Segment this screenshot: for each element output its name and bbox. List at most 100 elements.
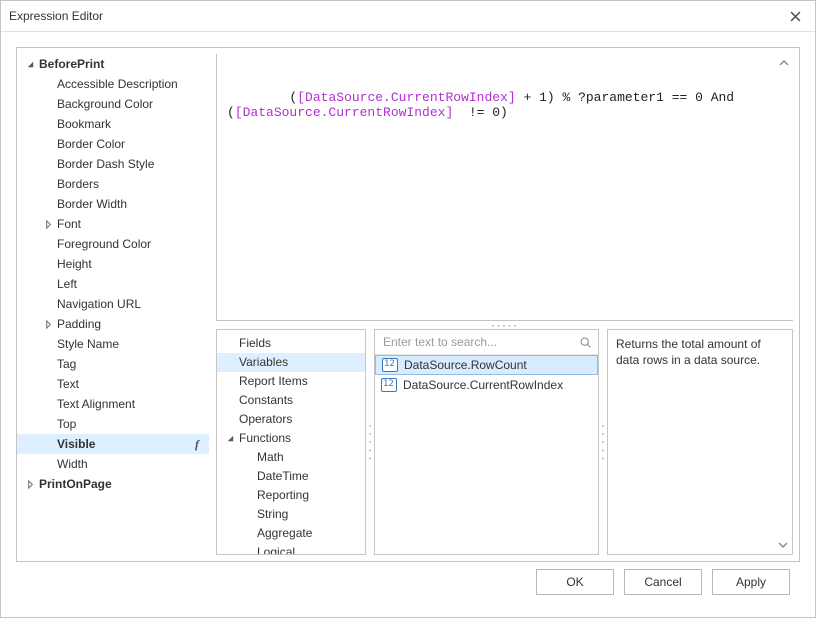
description-text: Returns the total amount of data rows in… (616, 336, 784, 368)
property-tree[interactable]: BeforePrintAccessible DescriptionBackgro… (17, 48, 210, 561)
tree-item[interactable]: Border Width (17, 194, 209, 214)
category-label: Math (257, 448, 284, 467)
vertical-splitter-1[interactable]: ● ● ● ● ● (366, 329, 374, 555)
content-frame: BeforePrintAccessible DescriptionBackgro… (16, 47, 800, 562)
grip-icon: ● ● ● ● ● (601, 423, 606, 461)
tree-item-label: Text (57, 374, 203, 394)
category-item[interactable]: Operators (217, 410, 365, 429)
variable-label: DataSource.RowCount (404, 355, 527, 375)
scroll-down-icon[interactable] (776, 538, 790, 552)
variable-item[interactable]: DataSource.RowCount (375, 355, 598, 375)
category-label: Aggregate (257, 524, 312, 543)
variable-list-pane[interactable]: DataSource.RowCountDataSource.CurrentRow… (374, 329, 599, 555)
tree-item-label: Border Color (57, 134, 203, 154)
tree-item[interactable]: Height (17, 254, 209, 274)
tree-item-label: Foreground Color (57, 234, 203, 254)
tree-item[interactable]: Left (17, 274, 209, 294)
tree-item[interactable]: Navigation URL (17, 294, 209, 314)
category-item[interactable]: Aggregate (217, 524, 365, 543)
tree-item-label: Font (57, 214, 203, 234)
tree-item[interactable]: Font (17, 214, 209, 234)
category-item[interactable]: Constants (217, 391, 365, 410)
grip-icon: ● ● ● ● ● (492, 323, 518, 328)
category-label: Constants (239, 391, 293, 410)
tree-item-label: Top (57, 414, 203, 434)
editor-right: ([DataSource.CurrentRowIndex] + 1) % ?pa… (210, 48, 799, 561)
fx-icon: f (195, 434, 203, 454)
category-label: Reporting (257, 486, 309, 505)
tree-item-label: Navigation URL (57, 294, 203, 314)
scroll-up-icon[interactable] (777, 56, 791, 70)
tree-item-label: Border Width (57, 194, 203, 214)
window-title: Expression Editor (9, 9, 783, 23)
variable-item[interactable]: DataSource.CurrentRowIndex (375, 375, 598, 395)
close-button[interactable] (783, 4, 807, 28)
category-item[interactable]: Fields (217, 334, 365, 353)
category-item[interactable]: Reporting (217, 486, 365, 505)
dialog-buttons: OK Cancel Apply (16, 562, 800, 602)
category-label: Operators (239, 410, 292, 429)
tree-item[interactable]: Bookmark (17, 114, 209, 134)
tree-item[interactable]: Text Alignment (17, 394, 209, 414)
chevron-right-icon[interactable] (21, 480, 39, 489)
tree-group[interactable]: BeforePrint (17, 54, 209, 74)
search-row (375, 330, 598, 355)
category-pane[interactable]: FieldsVariablesReport ItemsConstantsOper… (216, 329, 366, 555)
tree-item[interactable]: Padding (17, 314, 209, 334)
tree-item[interactable]: Style Name (17, 334, 209, 354)
tree-item[interactable]: Border Dash Style (17, 154, 209, 174)
tree-group-label: BeforePrint (39, 54, 203, 74)
tree-item[interactable]: Width (17, 454, 209, 474)
tree-group[interactable]: PrintOnPage (17, 474, 209, 494)
close-icon (790, 11, 801, 22)
tree-item-label: Left (57, 274, 203, 294)
tree-item-label: Visible (57, 434, 195, 454)
expression-editor-window: Expression Editor BeforePrintAccessible … (0, 0, 816, 618)
tree-item[interactable]: Foreground Color (17, 234, 209, 254)
tree-item[interactable]: Visiblef (17, 434, 209, 454)
search-icon[interactable] (579, 336, 592, 349)
tree-item-label: Border Dash Style (57, 154, 203, 174)
chevron-right-icon[interactable] (39, 320, 57, 329)
category-label: Report Items (239, 372, 308, 391)
chevron-right-icon[interactable] (39, 220, 57, 229)
tree-group-label: PrintOnPage (39, 474, 203, 494)
expression-textarea[interactable]: ([DataSource.CurrentRowIndex] + 1) % ?pa… (216, 54, 793, 321)
search-input[interactable] (381, 334, 579, 350)
tree-item[interactable]: Text (17, 374, 209, 394)
vertical-splitter-2[interactable]: ● ● ● ● ● (599, 329, 607, 555)
numeric-type-icon (382, 358, 398, 372)
ok-button[interactable]: OK (536, 569, 614, 595)
tree-item[interactable]: Border Color (17, 134, 209, 154)
cancel-button[interactable]: Cancel (624, 569, 702, 595)
category-label: Variables (239, 353, 288, 372)
tree-item[interactable]: Tag (17, 354, 209, 374)
category-item[interactable]: Report Items (217, 372, 365, 391)
tree-item-label: Background Color (57, 94, 203, 114)
numeric-type-icon (381, 378, 397, 392)
apply-button[interactable]: Apply (712, 569, 790, 595)
tree-item-label: Tag (57, 354, 203, 374)
chevron-down-icon[interactable] (221, 434, 239, 443)
tree-item-label: Borders (57, 174, 203, 194)
grip-icon: ● ● ● ● ● (368, 423, 373, 461)
category-label: Fields (239, 334, 271, 353)
category-item[interactable]: DateTime (217, 467, 365, 486)
tree-item-label: Style Name (57, 334, 203, 354)
dialog-body: BeforePrintAccessible DescriptionBackgro… (1, 32, 815, 617)
category-label: Functions (239, 429, 291, 448)
category-item[interactable]: Functions (217, 429, 365, 448)
tree-item[interactable]: Borders (17, 174, 209, 194)
category-label: String (257, 505, 288, 524)
horizontal-splitter[interactable]: ● ● ● ● ● (210, 321, 799, 329)
tree-item[interactable]: Background Color (17, 94, 209, 114)
tree-item[interactable]: Accessible Description (17, 74, 209, 94)
category-item[interactable]: Logical (217, 543, 365, 555)
tree-item-label: Bookmark (57, 114, 203, 134)
category-item[interactable]: Variables (217, 353, 365, 372)
tree-item[interactable]: Top (17, 414, 209, 434)
tree-item-label: Padding (57, 314, 203, 334)
category-item[interactable]: String (217, 505, 365, 524)
category-item[interactable]: Math (217, 448, 365, 467)
chevron-down-icon[interactable] (21, 60, 39, 69)
